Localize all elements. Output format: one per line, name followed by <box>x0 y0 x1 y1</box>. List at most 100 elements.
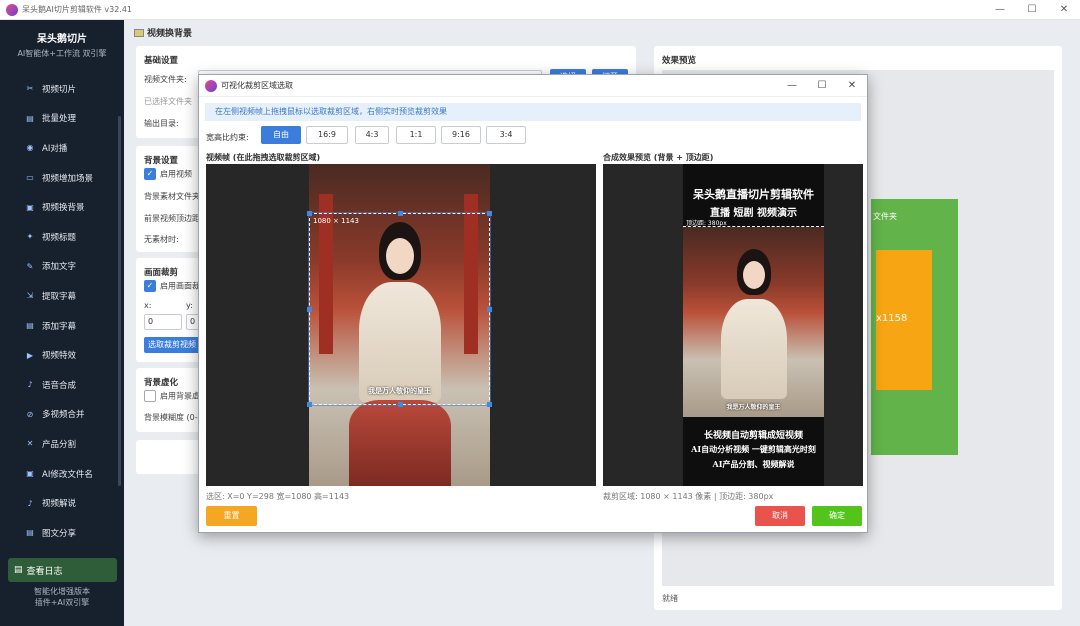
maximize-button[interactable]: ☐ <box>1016 0 1048 20</box>
reset-button[interactable]: 重置 <box>206 506 257 526</box>
sidebar-item-2[interactable]: ▤ 批量处理 <box>0 104 124 134</box>
sidebar-item-label: 图文分享 <box>42 528 77 539</box>
select-crop-button[interactable]: 选取裁剪视频 <box>144 337 200 353</box>
ratio-label: 宽高比约束: <box>206 133 249 142</box>
sparkle-icon: ✦ <box>26 232 34 242</box>
sidebar-item-12[interactable]: ⊘ 多视频合并 <box>0 400 124 430</box>
crop-handle-s[interactable] <box>398 402 403 407</box>
sidebar-item-3[interactable]: ◉ AI对播 <box>0 133 124 163</box>
dialog-maximize-button[interactable]: ☐ <box>807 75 837 97</box>
front-top-label: 前景视频顶边距 <box>144 214 200 223</box>
sidebar-item-11[interactable]: ♪ 语音合成 <box>0 370 124 400</box>
extract-icon: ⇲ <box>26 291 34 301</box>
sidebar-item-13[interactable]: ✕ 产品分割 <box>0 429 124 459</box>
dialog-logo-icon <box>205 79 217 92</box>
figure-skirt <box>349 400 451 486</box>
app-logo-icon <box>6 3 18 16</box>
document-icon: ▤ <box>26 321 34 331</box>
sidebar-item-9[interactable]: ▤ 添加字幕 <box>0 311 124 341</box>
enable-video-checkbox[interactable]: ✓ <box>144 168 156 180</box>
sidebar-item-6[interactable]: ✦ 视频标题 <box>0 222 124 252</box>
crop-handle-se[interactable] <box>487 402 492 407</box>
sidebar-item-7[interactable]: ✎ 添加文字 <box>0 252 124 282</box>
crop-handle-n[interactable] <box>398 211 403 216</box>
microphone-icon: ♪ <box>27 380 33 390</box>
sidebar-item-1[interactable]: ✂ 视频切片 <box>0 74 124 104</box>
sidebar-item-4[interactable]: ▭ 视频增加场景 <box>0 163 124 193</box>
sidebar-item-label: AI对播 <box>42 143 68 154</box>
selection-info: 选区: X=0 Y=298 宽=1080 高=1143 <box>206 492 350 501</box>
sidebar-item-label: 语音合成 <box>42 380 77 391</box>
minimize-button[interactable]: — <box>984 0 1016 20</box>
enable-blur-checkbox[interactable] <box>144 390 156 402</box>
cropped-figure-face <box>743 261 765 289</box>
ratio-button-2[interactable]: 16:9 <box>306 126 348 144</box>
page-title-text: 视频换背景 <box>147 29 193 39</box>
crop-handle-ne[interactable] <box>487 211 492 216</box>
crop-handle-e[interactable] <box>487 307 492 312</box>
image-icon <box>134 28 144 37</box>
ratio-button-5[interactable]: 9:16 <box>441 126 481 144</box>
dialog-close-button[interactable]: ✕ <box>837 75 867 97</box>
pencil-icon: ✎ <box>26 261 34 271</box>
video-frame[interactable]: 我是万人敬仰的皇王 1080 × 1143 <box>206 164 596 486</box>
poster-line-1: 长视频自动剪辑成短视频 <box>703 431 803 441</box>
basic-settings-heading: 基础设置 <box>144 56 179 66</box>
poster-subtitle: 直播 短剧 视频演示 <box>710 208 797 219</box>
sidebar-item-label: 批量处理 <box>42 114 77 125</box>
dialog-minimize-button[interactable]: — <box>777 75 807 97</box>
enable-crop-checkbox[interactable]: ✓ <box>144 280 156 292</box>
sidebar: 呆头鹅切片 AI智能体+工作流 双引擎 ✂ 视频切片 ▤ 批量处理 ◉ AI对播 ▭ 视频增加… <box>0 20 124 626</box>
cross-icon: ✕ <box>26 439 34 449</box>
bg-file-label: 背景素材文件夹 <box>144 192 200 201</box>
x-input[interactable]: 0 <box>144 314 182 330</box>
sidebar-item-label: 添加字幕 <box>42 321 77 332</box>
sidebar-item-label: 视频标题 <box>42 232 77 243</box>
film-icon: ▭ <box>26 173 34 183</box>
top-margin-line: 顶边距: 380px 我是万人敬仰的皇王 <box>683 220 824 417</box>
scissors-icon: ✂ <box>26 84 34 94</box>
sidebar-item-14[interactable]: ▣ AI修改文件名 <box>0 459 124 489</box>
crop-dialog: 可视化裁剪区域选取 — ☐ ✕ 在左侧视频帧上拖拽鼠标以选取裁剪区域，右侧实时预… <box>198 74 868 533</box>
crop-info: 裁剪区域: 1080 × 1143 像素 | 顶边距: 380px <box>603 492 774 501</box>
crop-handle-nw[interactable] <box>307 211 312 216</box>
cropped-image: 我是万人敬仰的皇王 <box>683 227 824 417</box>
close-button[interactable]: ✕ <box>1048 0 1080 20</box>
ratio-button-3[interactable]: 4:3 <box>355 126 389 144</box>
selected-folder-text: 已选择文件夹 <box>144 97 192 106</box>
ratio-button-6[interactable]: 3:4 <box>486 126 526 144</box>
no-material-label: 无素材时: <box>144 235 179 244</box>
composite-preview-label: 合成效果预览 (背景 + 顶边距) <box>603 153 714 162</box>
sidebar-scrollbar[interactable] <box>118 116 121 486</box>
video-icon: ▶ <box>26 350 34 360</box>
crop-selection[interactable]: 1080 × 1143 <box>307 211 492 407</box>
cancel-button[interactable]: 取消 <box>755 506 805 526</box>
orange-box-text: x1158 <box>876 313 908 324</box>
sidebar-item-15[interactable]: ♪ 视频解说 <box>0 488 124 518</box>
ratio-button-4[interactable]: 1:1 <box>396 126 436 144</box>
sidebar-item-5[interactable]: ▣ 视频换背景 <box>0 192 124 222</box>
sidebar-item-10[interactable]: ▶ 视频特效 <box>0 340 124 370</box>
sidebar-item-label: 视频增加场景 <box>42 173 94 184</box>
sidebar-item-16[interactable]: ▤ 图文分享 <box>0 518 124 548</box>
ai-icon: ▣ <box>26 469 34 479</box>
sidebar-item-8[interactable]: ⇲ 提取字幕 <box>0 281 124 311</box>
composite-preview: 呆头鹅直播切片剪辑软件 直播 短剧 视频演示 顶边距: 380px 我是万人敬仰… <box>603 164 863 486</box>
page-title: 视频换背景 <box>134 26 192 39</box>
status-text: 就绪 <box>662 594 678 603</box>
blur-level-label: 背景模糊度 (0- <box>144 413 198 422</box>
crop-handle-sw[interactable] <box>307 402 312 407</box>
y-label: y: <box>186 301 193 310</box>
sidebar-item-label: 提取字幕 <box>42 291 77 302</box>
x-label: x: <box>144 301 152 310</box>
green-box-text: 文件夹 <box>873 212 897 221</box>
view-log-button[interactable]: ▤ 查看日志 <box>8 558 117 582</box>
window-titlebar: 呆头鹅AI切片剪辑软件 v32.41 — ☐ ✕ <box>0 0 1080 20</box>
sidebar-item-label: 视频换背景 <box>42 203 85 214</box>
crop-handle-w[interactable] <box>307 307 312 312</box>
footer-line-1: 智能化增强版本 <box>34 587 90 596</box>
image-icon: ▣ <box>26 202 34 212</box>
confirm-button[interactable]: 确定 <box>812 506 862 526</box>
sidebar-item-label: 视频解说 <box>42 499 77 510</box>
ratio-button-1[interactable]: 自由 <box>261 126 301 144</box>
